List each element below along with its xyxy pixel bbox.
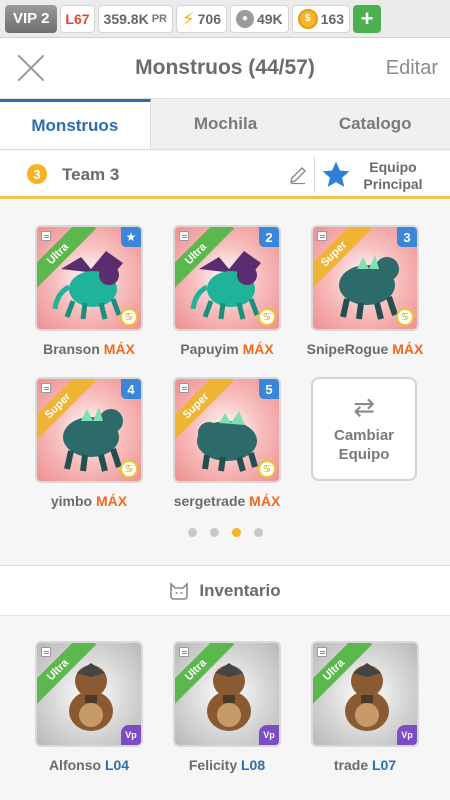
monster-name: yimbo MÁX: [50, 493, 128, 509]
monster-card[interactable]: Super 5 ♋: [173, 377, 281, 483]
slot-number-badge: 2: [259, 227, 279, 247]
team-number-badge: 3: [27, 164, 47, 184]
element-icon: ♋: [120, 460, 138, 478]
inventory-header: Inventario: [0, 566, 450, 616]
dragon-monster-icon: [52, 251, 123, 320]
inventory-card-slot[interactable]: Ultra Vp Felicity L08: [173, 641, 281, 773]
paw-icon: ●: [235, 9, 254, 28]
beast-monster-icon: [63, 407, 123, 472]
page-dot[interactable]: [209, 528, 219, 537]
tab-bar: Monstruos Mochila Catalogo: [0, 98, 450, 150]
power-value: 359.8K: [103, 10, 149, 27]
team-name: Team 3: [62, 165, 120, 184]
bear-monster-icon: [207, 663, 251, 731]
page-dot[interactable]: [187, 528, 197, 537]
swap-arrows-icon: ⇄: [353, 392, 375, 422]
inventory-card-slot[interactable]: Ultra Vp Alfonso L04: [35, 641, 143, 773]
element-icon: ♋: [120, 308, 138, 326]
inventory-card-slot[interactable]: Ultra Vp trade L07: [311, 641, 419, 773]
beast-monster-icon: [197, 411, 258, 472]
power-suffix: PR: [151, 12, 167, 25]
star-icon[interactable]: [320, 159, 352, 191]
slot-number-badge: 4: [121, 379, 141, 399]
monster-name: SnipeRogue MÁX: [306, 341, 424, 357]
swap-team-label: Cambiar Equipo: [333, 427, 395, 463]
bolt-icon: ⚡: [181, 8, 195, 29]
level-chip: L67: [60, 4, 95, 33]
level-value: L67: [65, 10, 90, 27]
element-icon: ♋: [258, 460, 276, 478]
primary-team-line2: Principal: [363, 176, 423, 192]
monster-card[interactable]: Super 4 ♋: [35, 377, 143, 483]
page-title: Monstruos (44/57): [135, 56, 315, 79]
monster-card-slot[interactable]: Super 4 ♋ yimbo MÁX: [35, 377, 143, 509]
cat-icon: [170, 581, 189, 600]
pencil-icon[interactable]: [288, 165, 308, 185]
tab-catalogo[interactable]: Catalogo: [300, 99, 450, 149]
element-icon: Vp: [259, 725, 279, 745]
monster-name: Felicity L08: [188, 757, 266, 773]
document-icon: [179, 231, 189, 241]
primary-team-label[interactable]: Equipo Principal: [356, 159, 430, 193]
inventory-title: Inventario: [199, 580, 281, 600]
energy-chip: ⚡ 706: [175, 4, 227, 33]
monster-name: sergetrade MÁX: [173, 493, 281, 509]
pagination-dots: [0, 528, 450, 537]
monster-name: Branson MÁX: [43, 341, 135, 357]
element-icon: ♋: [396, 308, 414, 326]
tab-monstruos[interactable]: Monstruos: [0, 99, 151, 149]
power-chip: 359.8K PR: [97, 4, 173, 33]
edit-button[interactable]: Editar: [386, 57, 438, 80]
element-icon: Vp: [397, 725, 417, 745]
document-icon: [179, 647, 189, 657]
monster-card[interactable]: Ultra Vp: [35, 641, 143, 747]
swap-team-button[interactable]: ⇄ Cambiar Equipo: [311, 377, 417, 481]
monster-name: trade L07: [333, 757, 397, 773]
page-dot-active[interactable]: [231, 528, 241, 537]
monster-name: Alfonso L04: [48, 757, 130, 773]
slot-number-badge: 5: [259, 379, 279, 399]
document-icon: [179, 383, 189, 393]
energy-value: 706: [197, 10, 221, 27]
monster-card-slot[interactable]: Super 5 ♋ sergetrade MÁX: [173, 377, 281, 509]
monster-card[interactable]: Ultra Vp: [311, 641, 419, 747]
element-icon: ♋: [258, 308, 276, 326]
element-icon: Vp: [121, 725, 141, 745]
team-bar: 3 Team 3 Equipo Principal: [0, 151, 450, 199]
add-currency-button[interactable]: +: [353, 4, 382, 33]
document-icon: [317, 231, 327, 241]
monster-card[interactable]: Ultra Vp: [173, 641, 281, 747]
dragon-monster-icon: [190, 251, 261, 320]
team-bar-divider: [314, 157, 315, 193]
monster-card[interactable]: Ultra 2 ♋: [173, 225, 281, 331]
monster-card-slot[interactable]: Ultra ★ ♋ Branson MÁX: [35, 225, 143, 357]
food-chip: ● 49K: [229, 4, 289, 33]
monster-card-slot[interactable]: Super 3 ♋ SnipeRogue MÁX: [307, 225, 423, 357]
beast-monster-icon: [339, 255, 399, 320]
document-icon: [41, 647, 51, 657]
monster-card[interactable]: Super 3 ♋: [311, 225, 419, 331]
status-bar: VIP 2 L67 359.8K PR ⚡ 706 ● 49K $ 163 +: [0, 0, 450, 38]
primary-team-line1: Equipo: [369, 159, 417, 175]
document-icon: [41, 383, 51, 393]
food-value: 49K: [256, 10, 283, 27]
coins-chip: $ 163: [291, 4, 351, 33]
coins-value: 163: [320, 10, 345, 27]
bear-monster-icon: [69, 663, 113, 731]
bear-monster-icon: [345, 663, 389, 731]
document-icon: [317, 647, 327, 657]
slot-number-badge: 3: [397, 227, 417, 247]
leader-star-badge: ★: [121, 227, 141, 247]
monster-card-slot[interactable]: Ultra 2 ♋ Papuyim MÁX: [173, 225, 281, 357]
monster-name: Papuyim MÁX: [180, 341, 274, 357]
page-header: Monstruos (44/57) Editar: [0, 38, 450, 98]
monster-card[interactable]: Ultra ★ ♋: [35, 225, 143, 331]
document-icon: [41, 231, 51, 241]
coin-icon: $: [297, 8, 318, 29]
tab-mochila[interactable]: Mochila: [151, 99, 301, 149]
page-dot[interactable]: [253, 528, 263, 537]
vip-badge[interactable]: VIP 2: [5, 4, 58, 33]
